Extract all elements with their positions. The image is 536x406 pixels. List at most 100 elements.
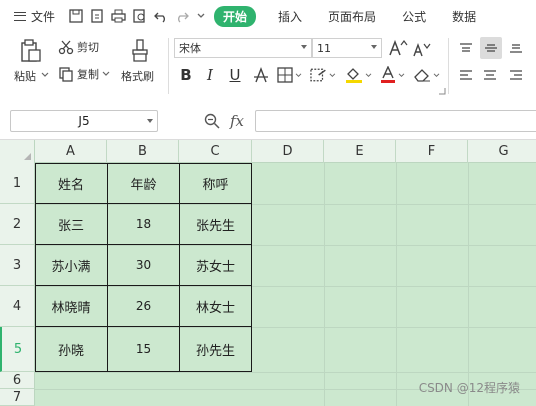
file-menu-label: 文件 [31, 9, 56, 24]
copy-button[interactable]: 复制 [58, 65, 110, 83]
font-color-button[interactable] [378, 64, 406, 86]
column-header-f[interactable]: F [396, 140, 468, 163]
cell-style-button[interactable] [310, 65, 336, 85]
paste-button[interactable] [18, 38, 44, 64]
cell-a3[interactable]: 苏小满 [35, 245, 108, 286]
column-header-b[interactable]: B [107, 140, 179, 163]
hamburger-icon [14, 11, 26, 21]
ribbon-separator [168, 38, 169, 94]
row-header-1[interactable]: 1 [0, 163, 35, 204]
font-size-select[interactable]: 11 [312, 38, 382, 58]
cell-b3[interactable]: 30 [108, 245, 180, 286]
column-header-d[interactable]: D [252, 140, 324, 163]
tab-data[interactable]: 数据 [452, 8, 476, 25]
align-bottom-button[interactable] [506, 38, 526, 58]
copy-dropdown-icon[interactable] [102, 71, 110, 77]
gridline [324, 163, 325, 406]
select-all-corner[interactable] [0, 140, 35, 163]
row-header-6[interactable]: 6 [0, 372, 35, 389]
align-center-button[interactable] [480, 65, 500, 85]
paintbrush-icon [132, 39, 148, 62]
cell-a4[interactable]: 林晓晴 [35, 286, 108, 327]
row-header-7[interactable]: 7 [0, 389, 35, 406]
zoom-search-icon[interactable] [204, 113, 220, 129]
fill-color-button[interactable] [344, 64, 372, 86]
underline-button[interactable]: U [226, 65, 244, 85]
tab-page-layout[interactable]: 页面布局 [328, 8, 376, 25]
print-preview-icon[interactable] [133, 9, 147, 23]
italic-button[interactable]: I [202, 65, 218, 85]
column-header-e[interactable]: E [324, 140, 396, 163]
paint-bucket-icon [345, 68, 362, 83]
gridline [35, 372, 536, 373]
export-pdf-icon[interactable] [90, 9, 104, 23]
undo-icon[interactable] [154, 9, 168, 23]
tab-formulas[interactable]: 公式 [402, 8, 426, 25]
column-header-a[interactable]: A [35, 140, 107, 163]
decrease-font-size-button[interactable] [412, 40, 432, 58]
cell-c3[interactable]: 苏女士 [180, 245, 252, 286]
font-settings-launcher-icon[interactable] [438, 87, 446, 95]
file-menu[interactable]: 文件 [14, 8, 55, 25]
redo-icon[interactable] [175, 9, 189, 23]
font-size-value: 11 [317, 41, 331, 55]
column-header-c[interactable]: C [179, 140, 252, 163]
chevron-down-icon [371, 45, 377, 49]
chevron-down-icon[interactable] [196, 11, 206, 21]
tab-insert[interactable]: 插入 [278, 8, 302, 25]
insert-function-icon[interactable]: fx [230, 112, 244, 130]
print-icon[interactable] [111, 9, 126, 23]
row-header-2[interactable]: 2 [0, 204, 35, 245]
spreadsheet-grid[interactable]: A B C D E F G 1 2 3 4 5 6 7 姓名 年龄 称呼 张三 … [0, 140, 536, 406]
cell-style-icon [310, 68, 326, 82]
eraser-icon [413, 69, 430, 82]
formula-input[interactable] [255, 110, 536, 132]
align-top-button[interactable] [456, 38, 476, 58]
row-header-5[interactable]: 5 [0, 327, 35, 372]
chevron-down-icon [433, 72, 439, 77]
align-right-icon [510, 70, 522, 80]
chevron-down-icon [365, 72, 371, 77]
cell-b1[interactable]: 年龄 [108, 163, 180, 204]
bold-icon: B [180, 66, 192, 84]
cell-b2[interactable]: 18 [108, 204, 180, 245]
cell-a2[interactable]: 张三 [35, 204, 108, 245]
cell-c4[interactable]: 林女士 [180, 286, 252, 327]
cell-c2[interactable]: 张先生 [180, 204, 252, 245]
align-middle-button[interactable] [480, 37, 502, 59]
cell-b5[interactable]: 15 [108, 327, 180, 372]
name-box[interactable]: J5 [10, 110, 158, 132]
borders-button[interactable] [276, 65, 302, 85]
format-painter-button[interactable] [126, 38, 154, 64]
align-center-icon [484, 70, 496, 80]
bold-button[interactable]: B [178, 65, 194, 85]
align-left-icon [460, 70, 472, 80]
chevron-down-icon [329, 72, 336, 77]
clear-format-button[interactable] [412, 64, 440, 86]
save-icon[interactable] [69, 9, 83, 23]
cell-c5[interactable]: 孙先生 [180, 327, 252, 372]
align-right-button[interactable] [506, 65, 526, 85]
font-name-select[interactable]: 宋体 [174, 38, 312, 58]
paste-dropdown-icon[interactable] [41, 72, 49, 78]
name-box-value: J5 [78, 114, 90, 128]
cell-b4[interactable]: 26 [108, 286, 180, 327]
increase-font-size-button[interactable] [388, 38, 408, 58]
align-left-button[interactable] [456, 65, 476, 85]
cell-a1[interactable]: 姓名 [35, 163, 108, 204]
tab-home[interactable]: 开始 [214, 5, 257, 27]
font-name-value: 宋体 [179, 42, 201, 55]
font-shrink-icon [413, 42, 431, 57]
column-header-g[interactable]: G [468, 140, 536, 163]
cut-button[interactable]: 剪切 [58, 38, 99, 56]
row-header-3[interactable]: 3 [0, 245, 35, 286]
gridline [396, 163, 397, 406]
strikethrough-button[interactable] [252, 65, 270, 85]
strikethrough-icon [254, 67, 268, 83]
cell-a5[interactable]: 孙晓 [35, 327, 108, 372]
align-top-icon [460, 43, 472, 52]
font-grow-icon [389, 39, 408, 56]
menu-bar: 文件 开始 插入 页面布局 公式 数据 [0, 0, 536, 32]
cell-c1[interactable]: 称呼 [180, 163, 252, 204]
row-header-4[interactable]: 4 [0, 286, 35, 327]
